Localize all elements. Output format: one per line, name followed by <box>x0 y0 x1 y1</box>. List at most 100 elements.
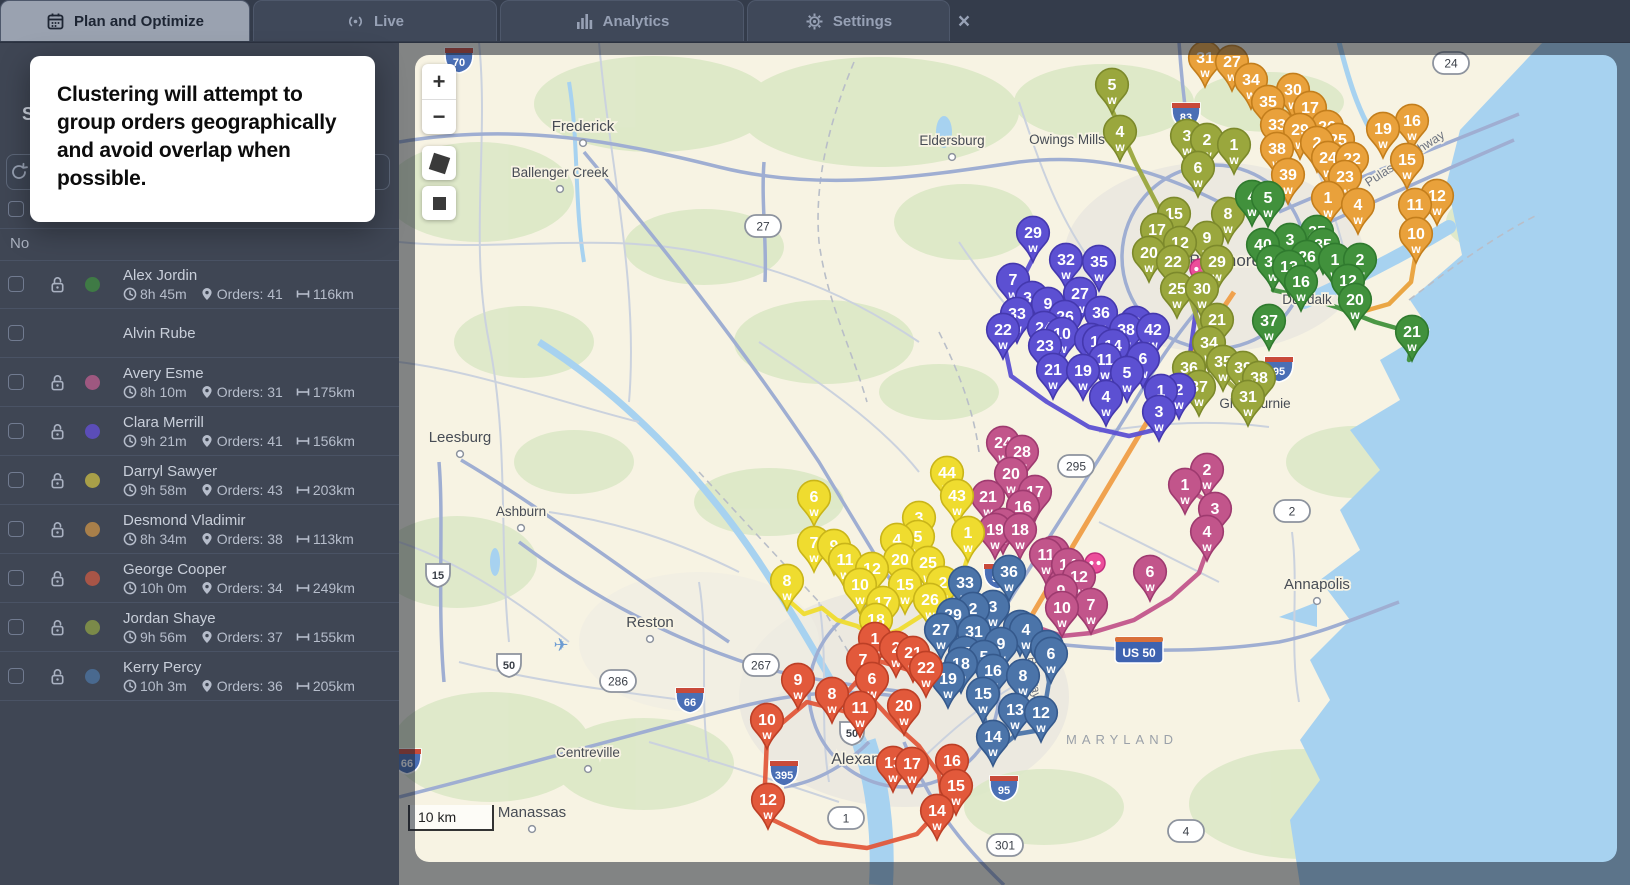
driver-time: 9h 58m <box>140 481 187 498</box>
map-pin-george-14[interactable]: 14w <box>919 793 955 842</box>
svg-text:w: w <box>808 551 819 565</box>
map[interactable]: Frederick Ballenger Creek Eldersburg Owings… <box>399 42 1630 885</box>
tab-live[interactable]: Live <box>253 0 497 41</box>
map-pin-darryl-1[interactable]: 1w <box>950 515 986 564</box>
driver-list: Alex Jordin 8h 45m Orders: 41 116km Alvi… <box>0 260 399 701</box>
zoom-out-button[interactable]: − <box>422 99 456 134</box>
driver-checkbox[interactable] <box>8 619 24 635</box>
pin-icon <box>202 630 212 643</box>
driver-row[interactable]: Desmond Vladimir 8h 34m Orders: 38 113km <box>0 505 399 554</box>
driver-checkbox[interactable] <box>8 276 24 292</box>
pin-icon <box>202 385 212 398</box>
driver-row[interactable]: Kerry Percy 10h 3m Orders: 36 205km <box>0 652 399 701</box>
unlock-icon[interactable] <box>40 618 74 637</box>
svg-text:w: w <box>1406 129 1417 143</box>
close-icon[interactable]: × <box>952 10 976 34</box>
map-label: Centreville <box>556 745 620 760</box>
svg-text:w: w <box>1295 290 1306 304</box>
svg-text:w: w <box>1085 613 1096 627</box>
svg-text:w: w <box>1047 378 1058 392</box>
driver-row[interactable]: Jordan Shaye 9h 56m Orders: 37 155km <box>0 603 399 652</box>
driver-stats: 9h 21m Orders: 41 156km <box>123 433 355 449</box>
map-pin-avery-4[interactable]: 4w <box>1189 514 1225 563</box>
svg-text:w: w <box>1093 270 1104 284</box>
driver-checkbox[interactable] <box>8 472 24 488</box>
svg-text:w: w <box>1401 168 1412 182</box>
unlock-icon[interactable] <box>40 275 74 294</box>
driver-row[interactable]: Alvin Rube <box>0 309 399 358</box>
driver-checkbox[interactable] <box>8 374 24 390</box>
map-pin-clara-21[interactable]: 21w <box>1035 352 1071 401</box>
draw-rectangle-button[interactable] <box>422 186 456 220</box>
tab-settings[interactable]: Settings <box>747 0 950 41</box>
map-pin-alex-20[interactable]: 20w <box>1337 282 1373 331</box>
driver-checkbox[interactable] <box>8 521 24 537</box>
svg-text:19: 19 <box>1374 121 1392 138</box>
map-pin-avery-7[interactable]: 7w <box>1073 587 1109 636</box>
driver-checkbox[interactable] <box>8 423 24 439</box>
svg-text:16: 16 <box>1292 274 1310 291</box>
svg-text:35: 35 <box>1090 254 1108 271</box>
map-pin-clara-3[interactable]: 3w <box>1141 394 1177 443</box>
svg-text:w: w <box>1193 395 1204 409</box>
svg-text:21: 21 <box>1044 362 1062 379</box>
driver-row[interactable]: George Cooper 10h 0m Orders: 34 249km <box>0 554 399 603</box>
map-pin-avery-6[interactable]: 6w <box>1132 554 1168 603</box>
driver-row[interactable]: Avery Esme 8h 10m Orders: 31 175km <box>0 358 399 407</box>
driver-checkbox[interactable] <box>8 668 24 684</box>
svg-text:4: 4 <box>1022 622 1031 639</box>
map-pin-clara-29[interactable]: 29w <box>1015 215 1051 264</box>
svg-text:11: 11 <box>852 700 869 717</box>
pin-icon <box>202 679 212 692</box>
map-canvas[interactable]: Frederick Ballenger Creek Eldersburg Owings… <box>399 42 1630 885</box>
svg-text:w: w <box>1144 580 1155 594</box>
zoom-in-button[interactable]: + <box>422 64 456 99</box>
map-label: Eldersburg <box>919 133 984 148</box>
driver-color-dot <box>84 570 100 586</box>
driver-checkbox[interactable] <box>8 570 24 586</box>
map-pin-clara-22[interactable]: 22w <box>985 312 1021 361</box>
svg-text:50: 50 <box>503 660 515 672</box>
unlock-icon[interactable] <box>40 667 74 686</box>
svg-text:w: w <box>899 593 910 607</box>
unlock-icon[interactable] <box>40 471 74 490</box>
driver-row[interactable]: Alex Jordin 8h 45m Orders: 41 116km <box>0 260 399 309</box>
tab-plan-and-optimize[interactable]: Plan and Optimize <box>0 0 250 41</box>
svg-text:27: 27 <box>1071 286 1089 303</box>
svg-text:12: 12 <box>759 792 777 809</box>
map-pin-jordan-31[interactable]: 31w <box>1230 379 1266 428</box>
calendar-icon <box>46 12 65 31</box>
city-dot <box>455 449 465 459</box>
driver-row[interactable]: Clara Merrill 9h 21m Orders: 41 156km <box>0 407 399 456</box>
driver-time: 8h 45m <box>140 285 187 302</box>
driver-row[interactable]: Darryl Sawyer 9h 58m Orders: 43 203km <box>0 456 399 505</box>
unlock-icon[interactable] <box>40 569 74 588</box>
map-pin-avery-1[interactable]: 1w <box>1167 467 1203 516</box>
refresh-icon[interactable] <box>9 162 29 182</box>
svg-text:27: 27 <box>932 622 950 639</box>
tab-analytics[interactable]: Analytics <box>500 0 744 41</box>
select-all-checkbox[interactable] <box>8 201 24 217</box>
city-dot <box>516 523 526 533</box>
svg-text:7: 7 <box>1087 597 1096 614</box>
svg-text:w: w <box>989 538 1000 552</box>
map-pin-clara-4[interactable]: 4w <box>1088 379 1124 428</box>
driver-checkbox[interactable] <box>8 325 24 341</box>
unlock-icon[interactable] <box>40 422 74 441</box>
rectangle-icon <box>432 196 446 210</box>
map-label: Manassas <box>498 804 566 821</box>
svg-text:23: 23 <box>1336 169 1354 186</box>
svg-text:w: w <box>1009 718 1020 732</box>
svg-text:33: 33 <box>956 575 974 592</box>
draw-polygon-button[interactable] <box>422 146 456 180</box>
svg-text:43: 43 <box>948 488 966 505</box>
svg-text:5: 5 <box>914 529 923 546</box>
svg-text:66: 66 <box>684 697 696 709</box>
svg-text:15: 15 <box>896 577 914 594</box>
unlock-icon[interactable] <box>40 373 74 392</box>
svg-text:3: 3 <box>1286 232 1295 249</box>
unlock-icon[interactable] <box>40 520 74 539</box>
map-label: Reston <box>626 614 674 631</box>
filter-row[interactable]: No <box>0 228 399 261</box>
svg-text:42: 42 <box>1144 322 1162 339</box>
